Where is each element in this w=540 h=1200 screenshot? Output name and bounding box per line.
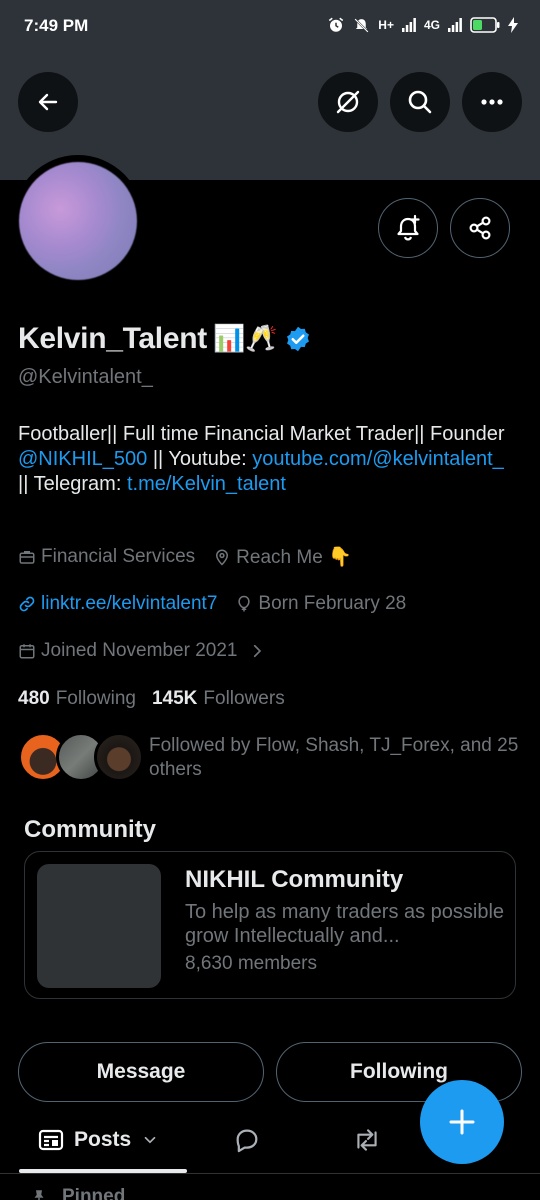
status-time: 7:49 PM <box>24 16 89 35</box>
posts-icon <box>38 1129 64 1151</box>
profile-meta-row-2: linktr.ee/kelvintalent7 Born February 28 <box>18 593 424 615</box>
following-count-link[interactable]: 480 Following <box>18 688 136 710</box>
bio-text: Footballer|| Full time Financial Market … <box>18 423 505 445</box>
joined-text: Joined November 2021 <box>41 640 238 661</box>
category-text: Financial Services <box>41 546 196 567</box>
bio-mention-link[interactable]: @NIKHIL_500 <box>18 448 147 470</box>
community-card[interactable]: NIKHIL Community To help as many traders… <box>24 851 516 999</box>
verified-badge-icon[interactable] <box>284 325 312 353</box>
website-item[interactable]: linktr.ee/kelvintalent7 <box>18 593 217 615</box>
search-icon <box>408 90 432 114</box>
bio-text: || Youtube: <box>147 448 253 470</box>
network-label-1: H+ <box>378 18 394 32</box>
balloon-icon <box>238 595 251 612</box>
joined-item[interactable]: Joined November 2021 <box>18 640 266 662</box>
network-label-2: 4G <box>423 18 440 32</box>
community-description: To help as many traders as possible grow… <box>185 901 505 947</box>
follow-counts: 480 Following 145K Followers <box>18 688 285 710</box>
website-link[interactable]: linktr.ee/kelvintalent7 <box>41 593 217 615</box>
followers-count-link[interactable]: 145K Followers <box>152 688 285 710</box>
profile-meta-row-1: Financial Services Reach Me 👇 <box>18 545 370 569</box>
display-name: Kelvin_Talent <box>18 322 207 355</box>
more-horizontal-icon <box>481 99 503 105</box>
following-label: Following <box>55 688 136 709</box>
community-image <box>37 864 161 988</box>
calendar-icon <box>19 644 35 659</box>
bio-text: || Telegram: <box>18 473 127 495</box>
chevron-down-icon <box>144 1136 156 1144</box>
signal-icon <box>401 18 416 32</box>
compose-button[interactable] <box>420 1080 504 1164</box>
reply-icon <box>236 1129 258 1153</box>
name-emojis: 📊🥂 <box>212 324 278 354</box>
mute-icon <box>354 17 369 33</box>
signal-icon <box>448 18 462 32</box>
name-row: Kelvin_Talent 📊🥂 <box>18 322 312 356</box>
grok-button[interactable] <box>318 72 378 132</box>
location-pin-icon <box>216 549 229 566</box>
location-text: Reach Me 👇 <box>236 547 352 568</box>
birthday-text: Born February 28 <box>258 593 407 614</box>
chevron-right-icon <box>254 644 262 658</box>
status-bar: 7:49 PM H+ 4G <box>0 0 540 52</box>
pinned-indicator: Pinned <box>30 1186 125 1200</box>
profile-bio: Footballer|| Full time Financial Market … <box>18 422 518 497</box>
bio-telegram-link[interactable]: t.me/Kelvin_talent <box>127 473 286 495</box>
arrow-left-icon <box>38 93 58 111</box>
location-item: Reach Me 👇 <box>213 545 352 569</box>
followers-count: 145K <box>151 688 198 709</box>
more-button[interactable] <box>462 72 522 132</box>
repost-icon <box>357 1129 377 1151</box>
follower-avatar <box>94 732 144 782</box>
pinned-label: Pinned <box>62 1186 126 1200</box>
plus-icon <box>449 1109 475 1135</box>
followers-label: Followers <box>203 688 285 709</box>
battery-icon <box>470 17 500 33</box>
bell-plus-icon <box>397 214 420 241</box>
tab-posts[interactable]: Posts <box>38 1112 159 1168</box>
pin-icon <box>34 1190 44 1200</box>
share-icon <box>469 216 491 240</box>
community-section-title: Community <box>24 816 156 843</box>
notifications-button[interactable] <box>378 198 438 258</box>
link-icon <box>19 596 35 612</box>
search-button[interactable] <box>390 72 450 132</box>
tabs-divider <box>0 1173 540 1174</box>
share-button[interactable] <box>450 198 510 258</box>
user-handle: @Kelvintalent_ <box>18 366 153 388</box>
category-item: Financial Services <box>18 546 195 568</box>
tab-reposts[interactable] <box>352 1112 382 1168</box>
followed-by-text: Followed by Flow, Shash, TJ_Forex, and 2… <box>149 735 519 780</box>
back-button[interactable] <box>18 72 78 132</box>
community-members: 8,630 members <box>185 953 318 974</box>
profile-meta-row-3: Joined November 2021 <box>18 640 284 662</box>
community-name: NIKHIL Community <box>185 866 404 893</box>
status-icons: H+ 4G <box>327 16 518 34</box>
tab-replies[interactable] <box>233 1112 261 1168</box>
alarm-icon <box>329 17 344 32</box>
message-button[interactable]: Message <box>18 1042 264 1102</box>
following-count: 480 <box>18 688 50 709</box>
birthday-item: Born February 28 <box>235 593 406 615</box>
bio-youtube-link[interactable]: youtube.com/@kelvintalent_ <box>252 448 504 470</box>
grok-icon <box>336 90 360 114</box>
tab-posts-label: Posts <box>74 1128 132 1151</box>
avatar[interactable] <box>19 162 137 280</box>
briefcase-icon <box>19 551 35 564</box>
charging-icon <box>508 17 518 33</box>
